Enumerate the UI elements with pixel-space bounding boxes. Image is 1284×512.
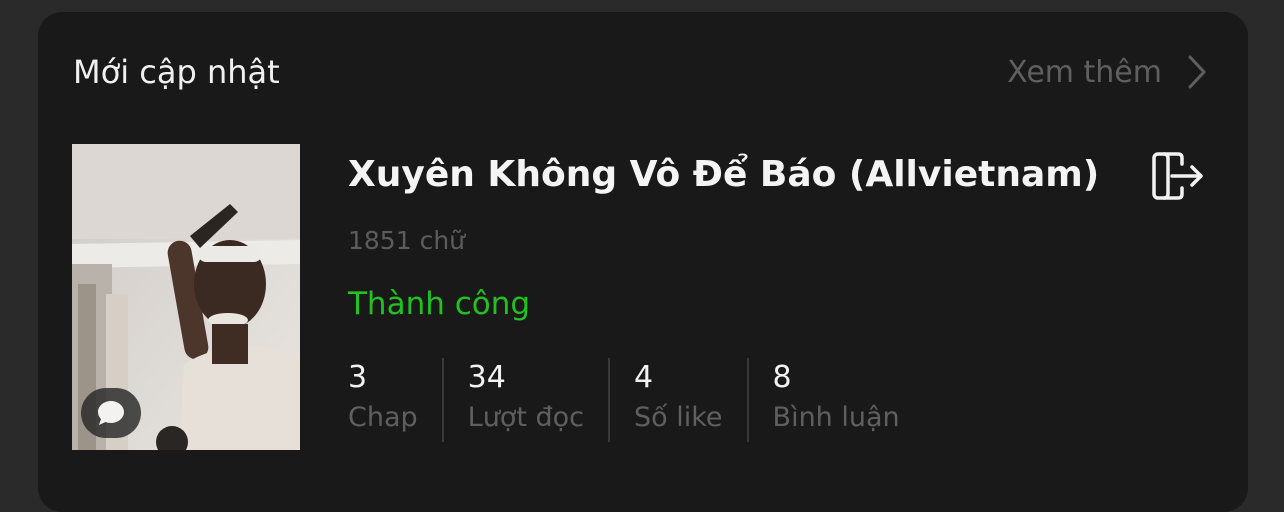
chevron-right-icon — [1186, 54, 1208, 90]
stat-likes: 4 Số like — [634, 358, 749, 442]
publish-status: Thành công — [348, 286, 531, 322]
story-cover-image[interactable] — [72, 144, 300, 450]
see-more-link[interactable]: Xem thêm — [1007, 50, 1208, 94]
word-count: 1851 chữ — [348, 226, 466, 255]
story-stats: 3 Chap 34 Lượt đọc 4 Số like 8 Bình luận — [348, 358, 948, 444]
stat-value: 4 — [634, 360, 654, 395]
stat-reads: 34 Lượt đọc — [467, 358, 611, 442]
speech-bubble-icon — [96, 399, 126, 427]
stat-value: 34 — [467, 360, 506, 395]
stat-value: 8 — [772, 360, 792, 395]
recently-updated-card: Mới cập nhật Xem thêm Xuyên Không Vô Để … — [38, 12, 1248, 512]
story-title[interactable]: Xuyên Không Vô Để Báo (Allvietnam) — [348, 150, 1099, 200]
stat-chapters: 3 Chap — [348, 358, 444, 442]
stat-label: Chap — [348, 402, 418, 433]
comment-button[interactable] — [81, 388, 141, 438]
see-more-label: Xem thêm — [1007, 54, 1162, 90]
stat-label: Lượt đọc — [467, 402, 585, 433]
export-door-icon[interactable] — [1150, 150, 1206, 202]
stat-value: 3 — [348, 360, 368, 395]
section-title: Mới cập nhật — [73, 53, 280, 91]
stat-label: Bình luận — [772, 402, 900, 433]
stat-comments: 8 Bình luận — [773, 358, 924, 442]
stat-label: Số like — [634, 402, 723, 433]
